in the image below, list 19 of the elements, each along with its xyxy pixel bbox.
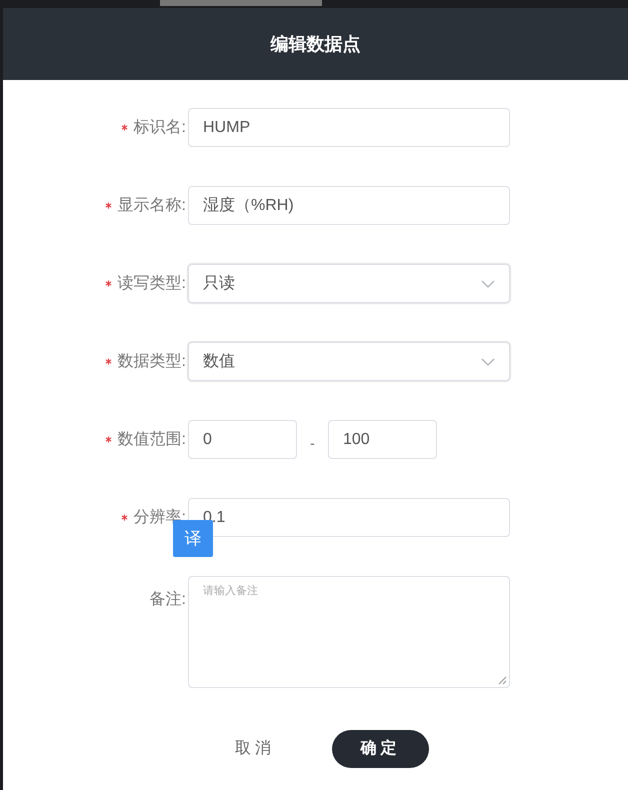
chevron-down-icon [481, 280, 495, 288]
field-label: 数据类型: [118, 352, 186, 372]
chevron-down-icon [481, 358, 495, 366]
dialog-title: 编辑数据点 [270, 32, 360, 56]
min-field[interactable]: 0 [188, 420, 297, 459]
input-field[interactable]: 湿度（%RH) [188, 186, 510, 225]
field-label: 读写类型: [118, 274, 186, 294]
field-label: 备注: [150, 590, 186, 610]
select-field[interactable]: 只读 [188, 264, 510, 303]
field-label: 数值范围: [118, 430, 186, 450]
resize-handle-icon [497, 675, 507, 685]
field-label: 显示名称: [118, 196, 186, 216]
range-separator: - [309, 434, 316, 453]
input-field[interactable]: HUMP [188, 108, 510, 147]
max-field[interactable]: 100 [328, 420, 437, 459]
field-label: 标识名: [134, 118, 186, 138]
cancel-button[interactable]: 取消 [216, 730, 294, 768]
confirm-button[interactable]: 确定 [332, 730, 429, 768]
select-field[interactable]: 数值 [188, 342, 510, 381]
